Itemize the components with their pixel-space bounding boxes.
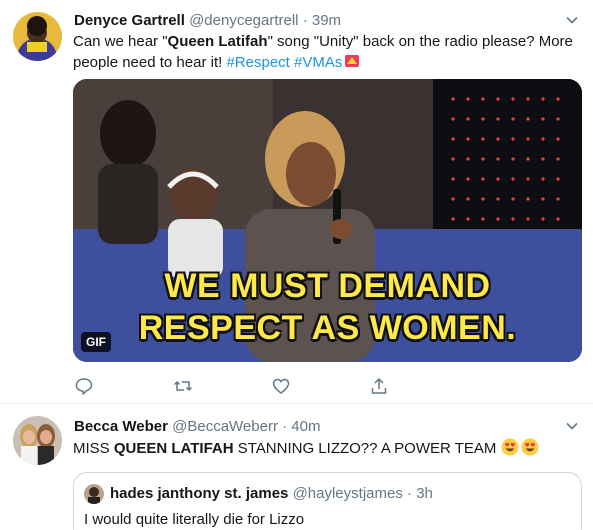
tweet-text: Can we hear "Queen Latifah" song "Unity"… — [73, 32, 583, 73]
separator: · — [302, 12, 308, 29]
retweet-icon[interactable] — [173, 376, 193, 396]
tweet-text-bold: Queen Latifah — [167, 33, 268, 50]
chevron-down-icon[interactable] — [565, 419, 579, 433]
gif-media[interactable]: WE MUST DEMAND RESPECT AS WOMEN. GIF — [73, 79, 582, 362]
avatar-becca[interactable] — [13, 416, 62, 465]
vma-hashflag-icon — [345, 55, 360, 67]
gif-caption-line1: WE MUST DEMAND — [164, 267, 491, 305]
avatar-denyce[interactable] — [13, 12, 62, 61]
tweet-text-bold: QUEEN LATIFAH — [113, 440, 234, 457]
gif-caption-line2: RESPECT AS WOMEN. — [138, 309, 517, 347]
share-icon[interactable] — [369, 376, 389, 396]
tweet-header: Becca Weber @BeccaWeberr · 40m — [74, 418, 320, 435]
heart-eyes-emoji — [501, 438, 519, 456]
tweet-denyce[interactable]: Denyce Gartrell @denycegartrell · 39m Ca… — [0, 0, 593, 403]
tweet-text-part: Can we hear " — [73, 33, 168, 50]
tweet-header: Denyce Gartrell @denycegartrell · 39m — [74, 12, 341, 29]
hashtag-respect[interactable]: #Respect — [226, 54, 289, 71]
hashtag-vmas[interactable]: #VMAs — [294, 54, 342, 71]
like-icon[interactable] — [271, 376, 291, 396]
reply-icon[interactable] — [74, 376, 94, 396]
quoted-header: hades janthony st. james @hayleystjames … — [110, 485, 433, 502]
tweet-actions — [73, 376, 393, 396]
chevron-down-icon[interactable] — [565, 13, 579, 27]
avatar-hades[interactable] — [84, 484, 104, 504]
quoted-author-handle[interactable]: @hayleystjames — [293, 485, 403, 502]
gif-badge: GIF — [81, 332, 111, 352]
author-name[interactable]: Becca Weber — [74, 418, 168, 435]
author-handle[interactable]: @denycegartrell — [189, 12, 298, 29]
quoted-timestamp[interactable]: 3h — [416, 485, 433, 502]
timestamp[interactable]: 39m — [312, 12, 341, 29]
timestamp[interactable]: 40m — [291, 418, 320, 435]
author-name[interactable]: Denyce Gartrell — [74, 12, 185, 29]
heart-eyes-emoji — [521, 438, 539, 456]
quoted-tweet[interactable]: hades janthony st. james @hayleystjames … — [73, 472, 582, 530]
author-handle[interactable]: @BeccaWeberr — [172, 418, 278, 435]
separator: · — [407, 485, 413, 502]
tweet-text-part: MISS — [73, 440, 114, 457]
tweet-text: MISS QUEEN LATIFAH STANNING LIZZO?? A PO… — [73, 438, 583, 459]
quoted-author-name[interactable]: hades janthony st. james — [110, 485, 288, 502]
separator: · — [282, 418, 288, 435]
quoted-text: I would quite literally die for Lizzo — [84, 511, 305, 528]
tweet-text-part: STANNING LIZZO?? A POWER TEAM — [233, 440, 501, 457]
